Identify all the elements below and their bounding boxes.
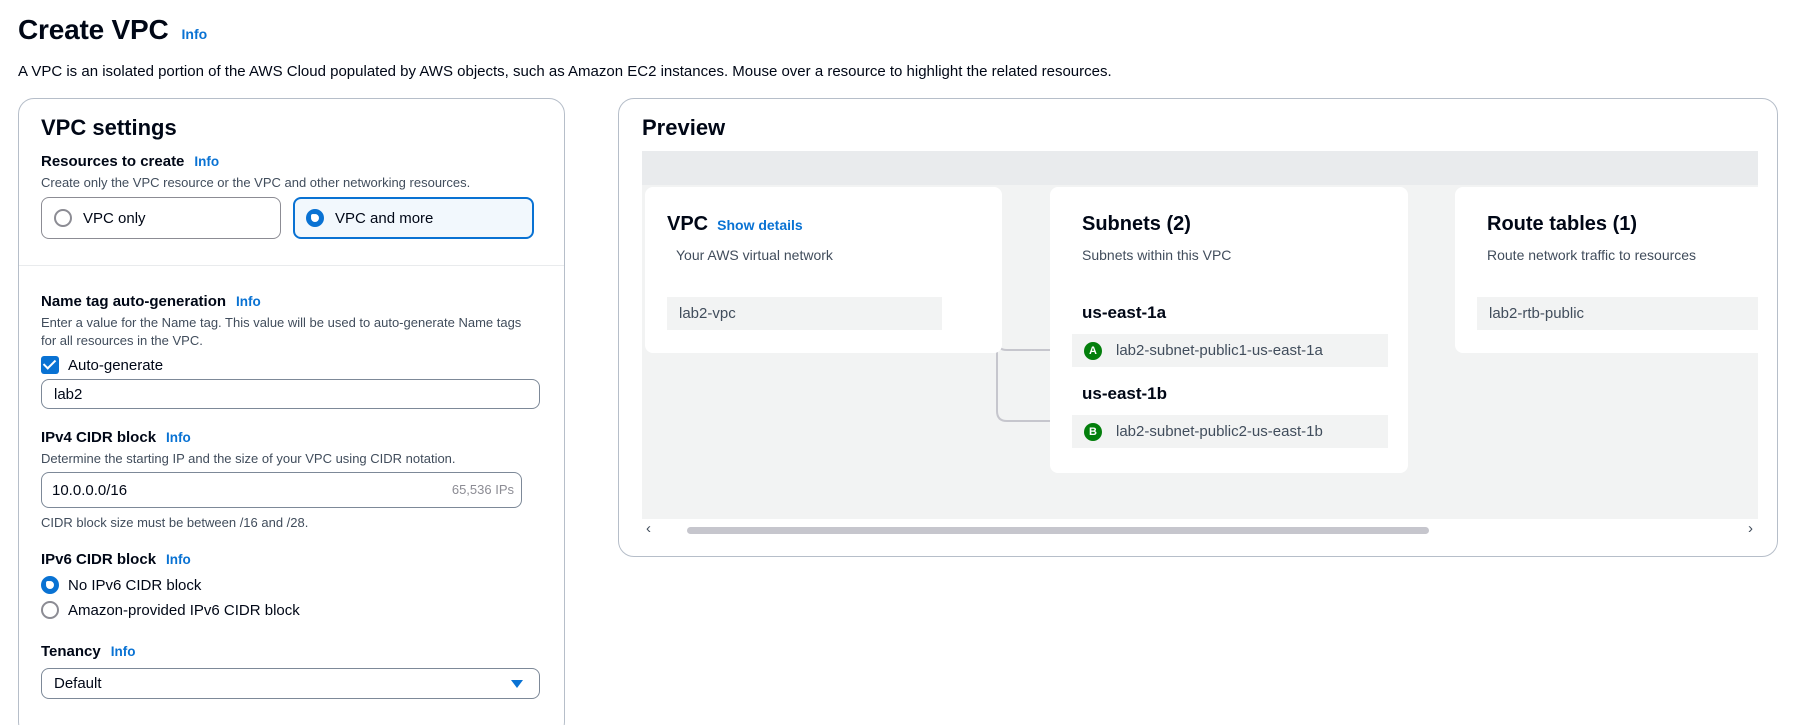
route-tables-card-title: Route tables (1) <box>1487 213 1638 235</box>
vpc-only-radio[interactable] <box>54 209 72 227</box>
ipv4-info-link[interactable]: Info <box>166 430 191 445</box>
no-ipv6-radio[interactable] <box>41 576 59 594</box>
vpc-resource[interactable]: lab2-vpc <box>667 297 942 330</box>
tenancy-label-text: Tenancy <box>41 643 101 660</box>
az-label-1b: us-east-1b <box>1082 384 1168 403</box>
chevron-left-icon[interactable]: ‹ <box>646 520 651 537</box>
vpc-only-label: VPC only <box>83 209 146 227</box>
subnets-card-title: Subnets (2) <box>1082 213 1191 235</box>
preview-scrollbar[interactable] <box>687 527 1429 534</box>
resources-label-text: Resources to create <box>41 153 185 170</box>
az-badge-b: B <box>1084 422 1102 441</box>
name-tag-input[interactable]: lab2 <box>41 379 540 409</box>
vpc-and-more-radio[interactable] <box>306 209 324 227</box>
subnets-card: Subnets (2) Subnets within this VPC us-e… <box>1050 187 1408 473</box>
tenancy-select-value: Default <box>54 675 102 692</box>
amazon-ipv6-radio[interactable] <box>41 601 59 619</box>
ipv4-ip-count: 65,536 IPs <box>451 482 514 497</box>
subnet-name-a: lab2-subnet-public1-us-east-1a <box>1116 342 1323 359</box>
az-label-1a: us-east-1a <box>1082 303 1167 322</box>
vpc-card-title-text: VPC <box>667 213 709 235</box>
vpc-settings-panel: VPC settings Resources to create Info Cre… <box>18 98 565 725</box>
vpc-card: VPC Show details Your AWS virtual network… <box>645 187 1002 353</box>
name-tag-description: Enter a value for the Name tag. This val… <box>41 315 522 348</box>
page-info-link[interactable]: Info <box>182 26 208 42</box>
resources-description: Create only the VPC resource or the VPC … <box>41 175 471 190</box>
auto-generate-label: Auto-generate <box>68 356 164 374</box>
subnets-card-description: Subnets within this VPC <box>1082 247 1232 263</box>
page-title: Create VPC <box>18 14 169 45</box>
az-badge-a: A <box>1084 341 1102 360</box>
vpc-card-title: VPC Show details <box>667 213 803 236</box>
vpc-and-more-label: VPC and more <box>335 209 434 227</box>
vpc-only-tile[interactable]: VPC only <box>41 197 281 239</box>
ipv4-cidr-input[interactable]: 10.0.0.0/16 65,536 IPs <box>41 472 522 508</box>
tenancy-select[interactable]: Default <box>41 668 540 699</box>
chevron-right-icon[interactable]: › <box>1748 520 1753 537</box>
vpc-card-description: Your AWS virtual network <box>676 247 833 263</box>
subnet-resource-b[interactable]: B lab2-subnet-public2-us-east-1b <box>1072 415 1388 448</box>
name-tag-label: Name tag auto-generation Info <box>41 293 261 310</box>
no-ipv6-label: No IPv6 CIDR block <box>68 576 202 594</box>
auto-generate-row[interactable]: Auto-generate <box>41 356 163 374</box>
route-table-resource[interactable]: lab2-rtb-public <box>1477 297 1758 330</box>
name-tag-label-text: Name tag auto-generation <box>41 293 227 310</box>
subnet-resource-a[interactable]: A lab2-subnet-public1-us-east-1a <box>1072 334 1388 367</box>
amazon-ipv6-option[interactable]: Amazon-provided IPv6 CIDR block <box>41 601 300 619</box>
tenancy-label: Tenancy Info <box>41 643 136 660</box>
resources-info-link[interactable]: Info <box>194 154 219 169</box>
ipv6-cidr-label: IPv6 CIDR block Info <box>41 551 191 568</box>
ipv4-cidr-description: Determine the starting IP and the size o… <box>41 451 456 466</box>
preview-title: Preview <box>642 115 726 140</box>
section-divider <box>19 265 564 266</box>
ipv4-cidr-value: 10.0.0.0/16 <box>52 481 128 499</box>
vpc-and-more-tile[interactable]: VPC and more <box>293 197 534 239</box>
caret-down-icon <box>511 680 523 688</box>
ipv6-label-text: IPv6 CIDR block <box>41 551 157 568</box>
subnet-name-b: lab2-subnet-public2-us-east-1b <box>1116 423 1323 440</box>
name-tag-input-value: lab2 <box>54 385 83 403</box>
show-details-link[interactable]: Show details <box>717 217 803 233</box>
ipv4-cidr-constraint: CIDR block size must be between /16 and … <box>41 515 309 530</box>
ipv6-info-link[interactable]: Info <box>166 552 191 567</box>
resources-to-create-label: Resources to create Info <box>41 153 219 170</box>
page-header: Create VPC Info <box>18 14 207 46</box>
vpc-settings-title: VPC settings <box>41 115 177 140</box>
route-tables-card-description: Route network traffic to resources <box>1487 247 1697 263</box>
tenancy-info-link[interactable]: Info <box>111 644 136 659</box>
amazon-ipv6-label: Amazon-provided IPv6 CIDR block <box>68 601 300 619</box>
ipv4-label-text: IPv4 CIDR block <box>41 429 157 446</box>
route-tables-card: Route tables (1) Route network traffic t… <box>1455 187 1758 353</box>
no-ipv6-option[interactable]: No IPv6 CIDR block <box>41 576 201 594</box>
page-description: A VPC is an isolated portion of the AWS … <box>18 63 1112 80</box>
preview-canvas[interactable]: VPC Show details Your AWS virtual network… <box>642 151 1758 519</box>
preview-panel: Preview VPC Show details Your AWS virtual… <box>618 98 1778 557</box>
name-tag-info-link[interactable]: Info <box>236 294 261 309</box>
auto-generate-checkbox[interactable] <box>41 356 59 374</box>
ipv4-cidr-label: IPv4 CIDR block Info <box>41 429 191 446</box>
